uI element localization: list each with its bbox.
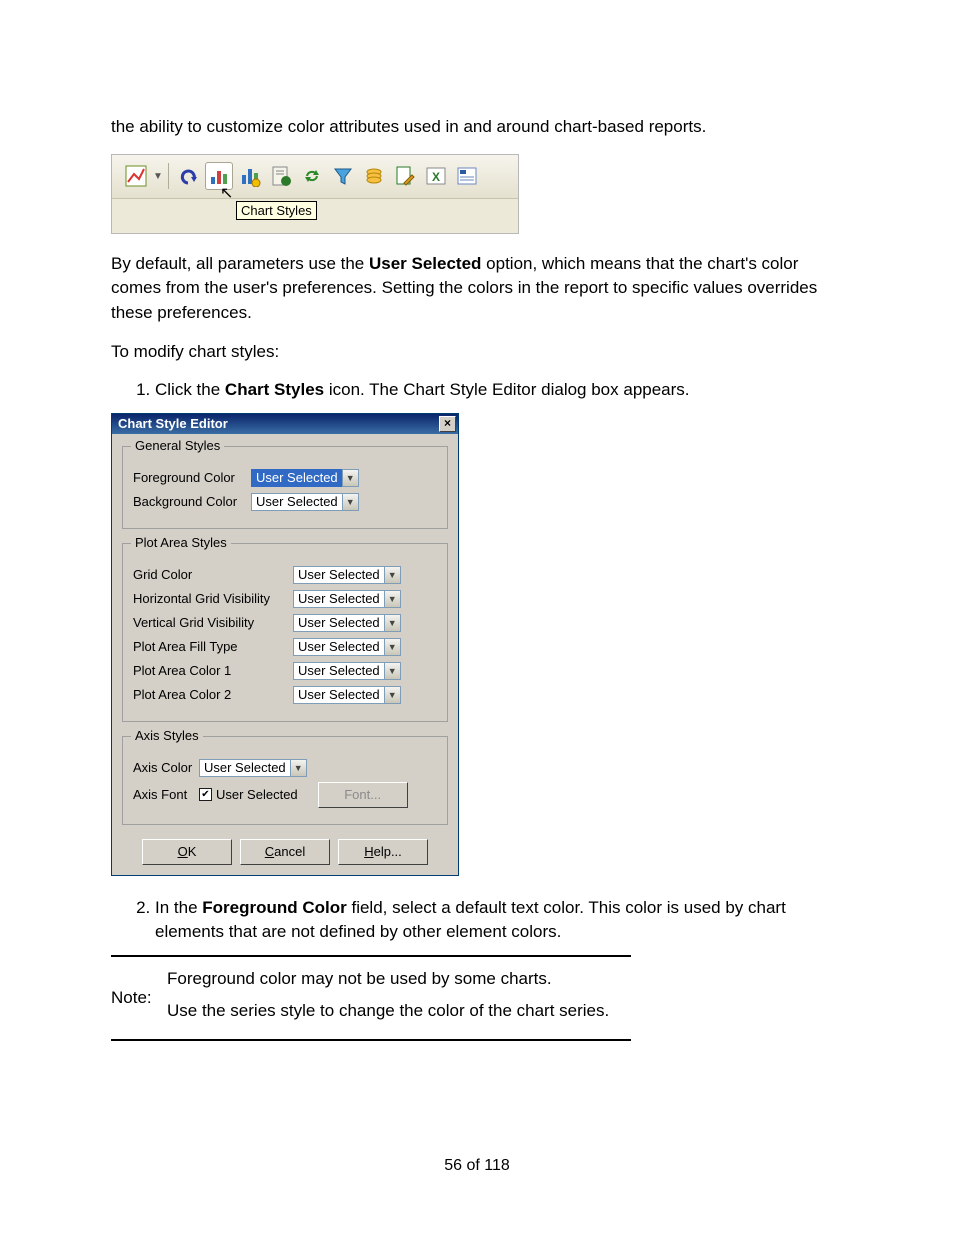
combo-value: User Selected bbox=[293, 590, 384, 608]
close-icon[interactable]: × bbox=[439, 416, 456, 432]
label: Plot Area Color 1 bbox=[133, 663, 293, 678]
group-axis-styles: Axis Styles Axis Color User Selected▼ Ax… bbox=[122, 736, 448, 825]
group-legend: Plot Area Styles bbox=[131, 535, 231, 550]
font-button[interactable]: Font... bbox=[318, 782, 408, 808]
toolbar-screenshot: ▼ bbox=[111, 154, 519, 234]
cancel-button[interactable]: Cancel bbox=[240, 839, 330, 865]
text: icon. The Chart Style Editor dialog box … bbox=[324, 380, 689, 399]
label: Axis Color bbox=[133, 760, 199, 775]
combo-value: User Selected bbox=[293, 614, 384, 632]
svg-text:X: X bbox=[432, 170, 440, 184]
text: In the bbox=[155, 898, 202, 917]
vertical-grid-combo[interactable]: User Selected▼ bbox=[293, 613, 401, 633]
plot-color-2-combo[interactable]: User Selected▼ bbox=[293, 685, 401, 705]
background-color-combo[interactable]: User Selected ▼ bbox=[251, 492, 359, 512]
grid-color-combo[interactable]: User Selected▼ bbox=[293, 565, 401, 585]
label: Plot Area Color 2 bbox=[133, 687, 293, 702]
plot-color-1-combo[interactable]: User Selected▼ bbox=[293, 661, 401, 681]
combo-value: User Selected bbox=[293, 686, 384, 704]
note-line-1: Foreground color may not be used by some… bbox=[167, 967, 609, 991]
chevron-down-icon[interactable]: ▼ bbox=[342, 469, 359, 487]
report-options-icon bbox=[267, 162, 295, 190]
plot-fill-type-combo[interactable]: User Selected▼ bbox=[293, 637, 401, 657]
note-block: Note: Foreground color may not be used b… bbox=[111, 955, 631, 1041]
chevron-down-icon[interactable]: ▼ bbox=[342, 493, 359, 511]
filter-icon bbox=[329, 162, 357, 190]
combo-value: User Selected bbox=[293, 662, 384, 680]
coin-stack-icon bbox=[360, 162, 388, 190]
row-axis-font: Axis Font ✔ User Selected Font... bbox=[133, 782, 437, 808]
tooltip: Chart Styles bbox=[236, 201, 317, 220]
ok-button[interactable]: OK bbox=[142, 839, 232, 865]
combo-value: User Selected bbox=[251, 469, 342, 487]
note-line-2: Use the series style to change the color… bbox=[167, 999, 609, 1023]
paragraph-3: To modify chart styles: bbox=[111, 340, 849, 365]
chart-styles-icon bbox=[205, 162, 233, 190]
horizontal-grid-combo[interactable]: User Selected▼ bbox=[293, 589, 401, 609]
view-list-icon bbox=[453, 162, 481, 190]
intro-paragraph: the ability to customize color attribute… bbox=[111, 115, 849, 140]
text-bold: Chart Styles bbox=[225, 380, 324, 399]
step-2: In the Foreground Color field, select a … bbox=[155, 896, 849, 945]
page-footer: 56 of 118 bbox=[0, 1157, 954, 1175]
combo-value: User Selected bbox=[293, 566, 384, 584]
dialog-titlebar: Chart Style Editor × bbox=[112, 414, 458, 434]
chevron-down-icon[interactable]: ▼ bbox=[384, 590, 401, 608]
label: Vertical Grid Visibility bbox=[133, 615, 293, 630]
series-style-icon bbox=[236, 162, 264, 190]
text: By default, all parameters use the bbox=[111, 254, 369, 273]
checkbox-label: User Selected bbox=[216, 787, 298, 802]
text-bold: Foreground Color bbox=[202, 898, 346, 917]
row-plot-color-2: Plot Area Color 2 User Selected▼ bbox=[133, 685, 437, 705]
chevron-down-icon[interactable]: ▼ bbox=[290, 759, 307, 777]
text: Click the bbox=[155, 380, 225, 399]
combo-value: User Selected bbox=[293, 638, 384, 656]
label: Foreground Color bbox=[133, 470, 251, 485]
edit-page-icon bbox=[391, 162, 419, 190]
group-legend: General Styles bbox=[131, 438, 224, 453]
refresh-icon bbox=[298, 162, 326, 190]
text-bold: User Selected bbox=[369, 254, 481, 273]
export-excel-icon: X bbox=[422, 162, 450, 190]
row-foreground-color: Foreground Color User Selected ▼ bbox=[133, 468, 437, 488]
combo-value: User Selected bbox=[199, 759, 290, 777]
dialog-title: Chart Style Editor bbox=[118, 416, 439, 431]
row-background-color: Background Color User Selected ▼ bbox=[133, 492, 437, 512]
row-horizontal-grid: Horizontal Grid Visibility User Selected… bbox=[133, 589, 437, 609]
label: Background Color bbox=[133, 494, 251, 509]
note-label: Note: bbox=[111, 965, 167, 1031]
group-general-styles: General Styles Foreground Color User Sel… bbox=[122, 446, 448, 529]
separator bbox=[168, 163, 169, 189]
label: Grid Color bbox=[133, 567, 293, 582]
chevron-down-icon[interactable]: ▼ bbox=[384, 686, 401, 704]
dialog-button-row: OK Cancel Help... bbox=[122, 839, 448, 865]
chevron-down-icon[interactable]: ▼ bbox=[384, 614, 401, 632]
chart-style-editor-dialog: Chart Style Editor × General Styles Fore… bbox=[111, 413, 459, 876]
paragraph-2: By default, all parameters use the User … bbox=[111, 252, 849, 326]
axis-font-checkbox[interactable]: ✔ bbox=[199, 788, 212, 801]
note-body: Foreground color may not be used by some… bbox=[167, 965, 609, 1031]
label: Axis Font bbox=[133, 787, 199, 802]
chevron-down-icon[interactable]: ▼ bbox=[384, 662, 401, 680]
axis-color-combo[interactable]: User Selected▼ bbox=[199, 758, 307, 778]
row-grid-color: Grid Color User Selected▼ bbox=[133, 565, 437, 585]
chart-type-dropdown-icon: ▼ bbox=[153, 163, 163, 189]
undo-icon bbox=[174, 162, 202, 190]
label: Plot Area Fill Type bbox=[133, 639, 293, 654]
group-plot-area-styles: Plot Area Styles Grid Color User Selecte… bbox=[122, 543, 448, 722]
chart-type-icon bbox=[122, 162, 150, 190]
label: Horizontal Grid Visibility bbox=[133, 591, 293, 606]
row-axis-color: Axis Color User Selected▼ bbox=[133, 758, 437, 778]
chevron-down-icon[interactable]: ▼ bbox=[384, 638, 401, 656]
foreground-color-combo[interactable]: User Selected ▼ bbox=[251, 468, 359, 488]
step-1: Click the Chart Styles icon. The Chart S… bbox=[155, 378, 849, 403]
row-plot-color-1: Plot Area Color 1 User Selected▼ bbox=[133, 661, 437, 681]
chevron-down-icon[interactable]: ▼ bbox=[384, 566, 401, 584]
row-vertical-grid: Vertical Grid Visibility User Selected▼ bbox=[133, 613, 437, 633]
help-button[interactable]: Help... bbox=[338, 839, 428, 865]
row-plot-fill-type: Plot Area Fill Type User Selected▼ bbox=[133, 637, 437, 657]
group-legend: Axis Styles bbox=[131, 728, 203, 743]
combo-value: User Selected bbox=[251, 493, 342, 511]
